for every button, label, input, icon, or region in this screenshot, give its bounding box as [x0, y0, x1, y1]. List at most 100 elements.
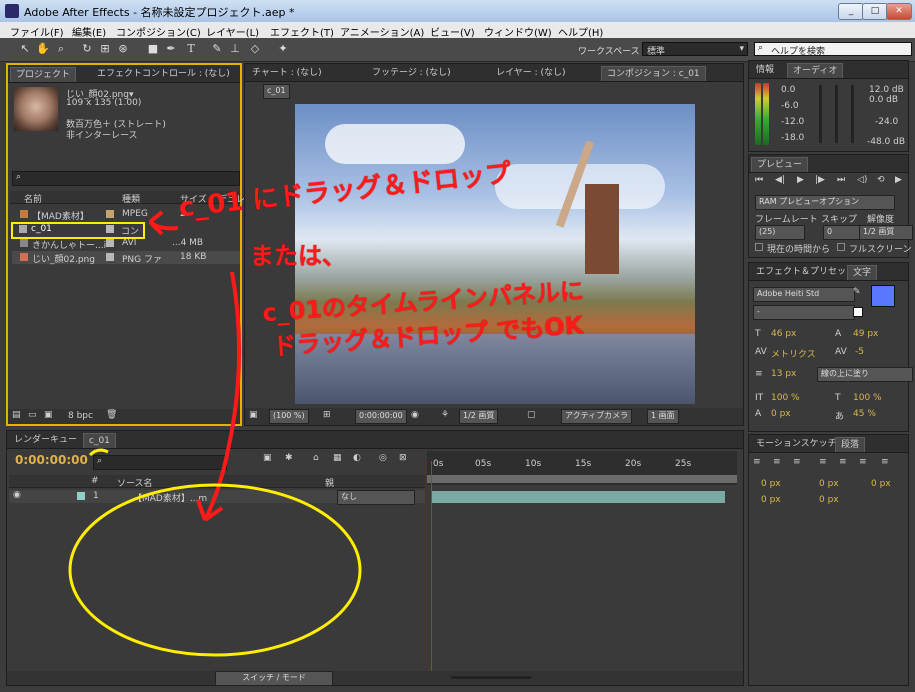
brainstorm-icon[interactable]: ⊠	[399, 453, 407, 463]
indent-first-value[interactable]: 0 px	[871, 479, 891, 489]
play-icon[interactable]: ▶	[797, 175, 804, 185]
selection-tool-icon[interactable]: ↖	[18, 42, 32, 56]
comp-timecode[interactable]: 0:00:00:00	[355, 409, 407, 424]
workspace-select[interactable]: 標準 ▾	[642, 42, 748, 57]
resolution-select[interactable]: 1/2 画質	[859, 225, 913, 240]
project-item-png[interactable]: じい_顔02.png PNG ファ 18 KB	[12, 251, 240, 265]
project-item-avi[interactable]: きかんしゃトー...i AVI ...4 MB	[12, 237, 240, 251]
volume-slider-left[interactable]	[819, 85, 822, 143]
timeline-ruler[interactable]: 0s 05s 10s 15s 20s 25s	[427, 451, 737, 485]
eye-icon[interactable]: ◉	[13, 490, 21, 500]
playhead[interactable]	[431, 461, 432, 675]
volume-slider-right[interactable]	[851, 85, 854, 143]
align-left-icon[interactable]: ≡	[753, 457, 761, 467]
menu-view[interactable]: ビュー(V)	[430, 24, 475, 39]
camera-tool-icon[interactable]: ⊞	[98, 42, 112, 56]
justify-all-icon[interactable]: ≡	[881, 457, 889, 467]
fullscreen-checkbox[interactable]	[837, 243, 845, 251]
graph-editor-icon[interactable]: ◎	[379, 453, 387, 463]
leading-value[interactable]: 49 px	[853, 329, 878, 339]
brush-tool-icon[interactable]: ✎	[210, 42, 224, 56]
volume-slider-mid[interactable]	[835, 85, 838, 143]
tab-character[interactable]: 文字	[847, 265, 878, 280]
roi-icon[interactable]: ▢	[527, 410, 536, 420]
minimize-button[interactable]: _	[838, 3, 864, 20]
comp-breadcrumb[interactable]: c_01	[263, 84, 290, 99]
work-area-bar[interactable]	[427, 475, 737, 483]
tab-timeline-c01[interactable]: c_01	[83, 433, 116, 448]
switches-modes-button[interactable]: スイッチ / モード	[215, 671, 333, 686]
space-after-value[interactable]: 0 px	[819, 495, 839, 505]
snapshot-icon[interactable]: ◉	[411, 410, 419, 420]
last-frame-icon[interactable]: ⏭	[837, 175, 845, 185]
framerate-select[interactable]: (25)	[755, 225, 805, 240]
rectangle-tool-icon[interactable]: ■	[146, 42, 160, 56]
baseline-shift-value[interactable]: 0 px	[771, 409, 791, 419]
zoom-tool-icon[interactable]: ⌕	[54, 42, 68, 56]
menu-composition[interactable]: コンポジション(C)	[116, 24, 201, 39]
parent-select[interactable]: なし	[337, 490, 415, 505]
layer-duration-bar[interactable]	[431, 491, 725, 503]
ram-preview-option-select[interactable]: RAM プレビューオプション	[755, 195, 895, 210]
skip-select[interactable]: 0	[823, 225, 861, 240]
justify-center-icon[interactable]: ≡	[839, 457, 847, 467]
tsume-value[interactable]: 45 %	[853, 409, 876, 419]
menu-window[interactable]: ウィンドウ(W)	[484, 24, 552, 39]
menu-effect[interactable]: エフェクト(T)	[270, 24, 334, 39]
always-preview-icon[interactable]: ▣	[249, 410, 258, 420]
mute-icon[interactable]: ◁)	[857, 175, 867, 185]
stroke-color-swatch[interactable]	[853, 307, 863, 317]
kerning-value[interactable]: メトリクス	[771, 347, 816, 360]
menu-animation[interactable]: アニメーション(A)	[340, 24, 424, 39]
interpret-footage-icon[interactable]: ▤	[12, 410, 21, 420]
align-center-icon[interactable]: ≡	[773, 457, 781, 467]
shy-icon[interactable]: ⌂	[313, 453, 319, 463]
resolution-select[interactable]: 1/2 画質	[459, 409, 499, 424]
indent-left-value[interactable]: 0 px	[761, 479, 781, 489]
comp-mini-flowchart-icon[interactable]: ▣	[263, 453, 272, 463]
tab-composition[interactable]: コンポジション : c_01	[601, 66, 706, 81]
bpc-label[interactable]: 8 bpc	[68, 411, 93, 421]
tab-paragraph[interactable]: 段落	[835, 437, 866, 452]
close-button[interactable]: ✕	[886, 3, 912, 20]
ram-preview-icon[interactable]: ▶	[895, 175, 902, 185]
safe-zones-icon[interactable]: ⊞	[323, 410, 331, 420]
timeline-search-input[interactable]: ⌕	[93, 455, 227, 470]
horizontal-scale-value[interactable]: 100 %	[853, 393, 882, 403]
tab-effect-controls[interactable]: エフェクトコントロール : (なし)	[92, 67, 235, 81]
tab-info[interactable]: 情報	[751, 63, 779, 77]
layer-name[interactable]: 【MAD素材】...m	[133, 491, 207, 504]
indent-right-value[interactable]: 0 px	[819, 479, 839, 489]
zoom-select[interactable]: (100 %)	[269, 409, 309, 424]
timeline-timecode[interactable]: 0:00:00:00	[15, 453, 88, 467]
rotate-tool-icon[interactable]: ↻	[80, 42, 94, 56]
clone-stamp-tool-icon[interactable]: ⊥	[228, 42, 242, 56]
tab-footage[interactable]: フッテージ : (なし)	[367, 66, 456, 80]
tab-layer[interactable]: レイヤー : (なし)	[491, 66, 571, 80]
new-comp-icon[interactable]: ▣	[44, 410, 53, 420]
font-style-select[interactable]: -	[753, 305, 855, 320]
first-frame-icon[interactable]: ⏮	[755, 175, 763, 185]
col-name[interactable]: 名前	[24, 192, 42, 205]
tab-project[interactable]: プロジェクト	[10, 67, 77, 82]
from-current-checkbox[interactable]	[755, 243, 763, 251]
pan-behind-tool-icon[interactable]: ⊛	[116, 42, 130, 56]
text-tool-icon[interactable]: T	[184, 42, 198, 56]
puppet-tool-icon[interactable]: ✦	[276, 42, 290, 56]
next-frame-icon[interactable]: |▶	[815, 175, 825, 185]
tab-render-queue[interactable]: レンダーキュー	[9, 433, 82, 447]
layer-row[interactable]: ◉ 1 【MAD素材】...m なし	[9, 490, 425, 505]
vertical-scale-value[interactable]: 100 %	[771, 393, 800, 403]
draft-3d-icon[interactable]: ✱	[285, 453, 293, 463]
zoom-slider[interactable]	[451, 676, 531, 679]
eraser-tool-icon[interactable]: ◇	[248, 42, 262, 56]
tab-preview[interactable]: プレビュー	[751, 157, 809, 172]
space-before-value[interactable]: 0 px	[761, 495, 781, 505]
col-type[interactable]: 種類	[122, 192, 140, 205]
eyedropper-icon[interactable]: ✎	[853, 287, 861, 297]
menu-edit[interactable]: 編集(E)	[72, 24, 106, 39]
menu-file[interactable]: ファイル(F)	[10, 24, 64, 39]
frame-blend-icon[interactable]: ▦	[333, 453, 342, 463]
new-folder-icon[interactable]: ▭	[28, 410, 37, 420]
align-right-icon[interactable]: ≡	[793, 457, 801, 467]
